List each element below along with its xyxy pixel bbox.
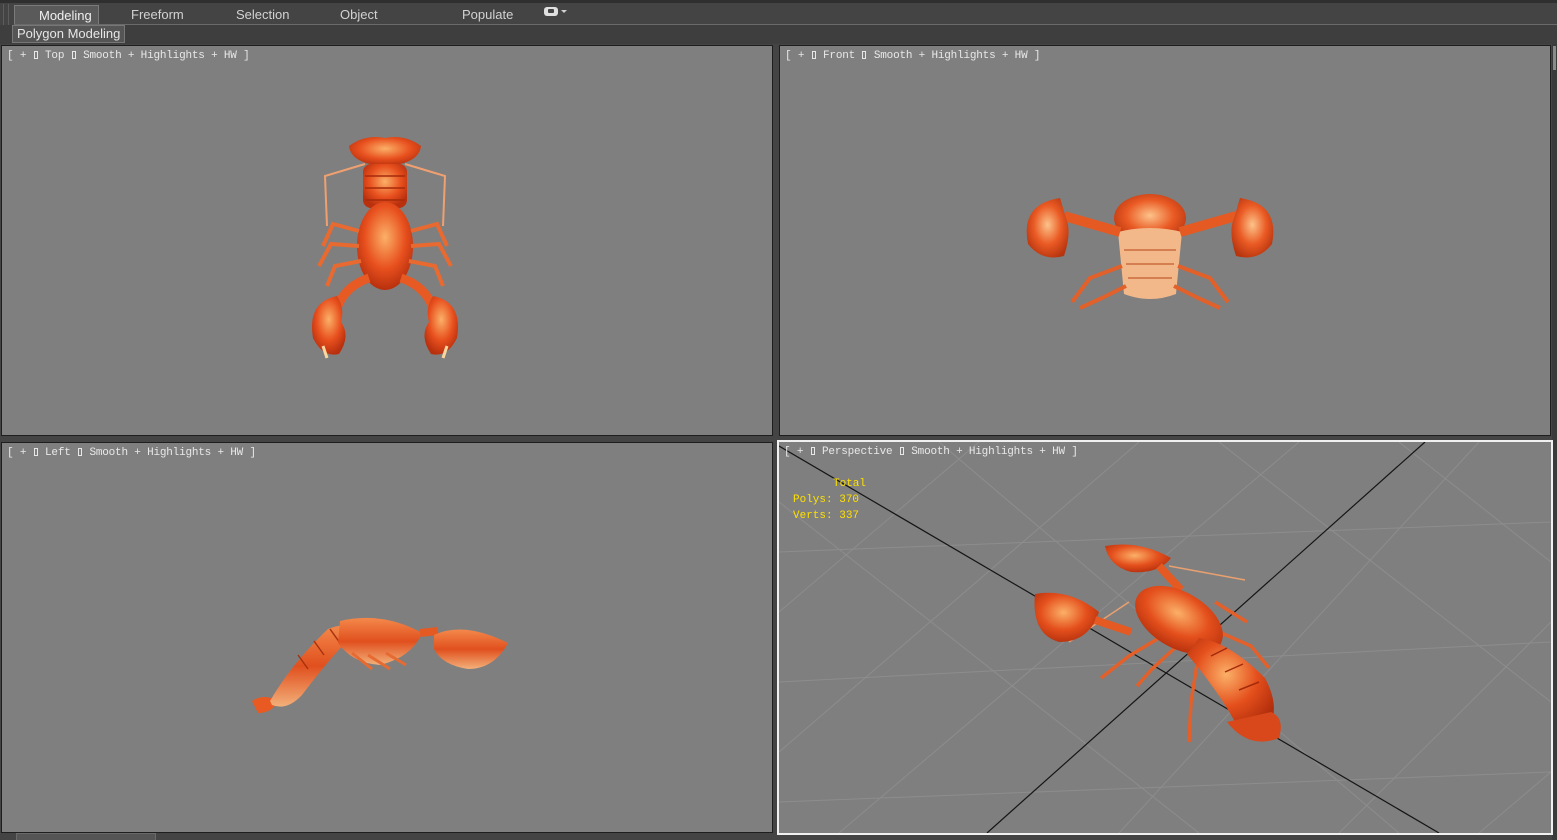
label-bracket-close: ] [243,50,250,62]
lobster-top-view [312,137,458,359]
stats-polys-label: Polys: [793,494,833,506]
checkbox-icon [71,51,76,59]
stats-polys-value: 370 [839,494,860,506]
checkbox-icon [33,448,38,456]
stats-verts-label: Verts: [793,510,833,522]
ribbon-top-border [0,0,1557,3]
polygon-modeling-panel-button[interactable]: Polygon Modeling [12,25,126,43]
viewport-shading-menu[interactable]: Smooth + Highlights + HW [89,447,243,459]
viewport-label-front[interactable]: [ + Front Smooth + Highlights + HW ] [785,50,1041,62]
lobster-perspective [1034,544,1281,743]
checkbox-icon [810,447,815,455]
stats-verts-value: 337 [839,510,860,522]
ribbon-panel-strip: Polygon Modeling [0,25,1557,44]
label-bracket-close: ] [1033,50,1041,62]
tab-selection[interactable]: Selection [236,5,289,25]
ribbon-options-dropdown[interactable] [544,7,567,16]
checkbox-icon [811,51,816,59]
time-slider-stub[interactable] [16,833,156,840]
checkbox-icon [33,51,38,59]
checkbox-icon [899,447,904,455]
viewport-menu-plus[interactable]: + [798,50,805,62]
lobster-left-view [252,617,508,713]
viewport-top[interactable]: [ + Top Smooth + Highlights + HW ] [1,45,773,436]
viewport-label-left[interactable]: [ + Left Smooth + Highlights + HW ] [7,447,256,459]
viewport-shading-menu[interactable]: Smooth + Highlights + HW [911,446,1065,458]
viewport-perspective[interactable]: [ + Perspective Smooth + Highlights + HW… [777,440,1553,835]
label-bracket-open: [ [7,50,14,62]
toggle-pill-icon [544,7,558,16]
checkbox-icon [78,448,83,456]
viewport-point-of-view-menu[interactable]: Front [823,50,855,62]
tab-object-paint[interactable]: Object Paint [340,5,378,41]
viewport-point-of-view-menu[interactable]: Left [45,447,71,459]
viewport-statistics: Total Polys: 370 Verts: 337 [793,476,866,524]
lobster-front-view [1026,194,1274,310]
viewport-menu-plus[interactable]: + [20,50,27,62]
tab-freeform[interactable]: Freeform [131,5,184,25]
viewport-label-perspective[interactable]: [ + Perspective Smooth + Highlights + HW… [784,446,1078,458]
stats-header: Total [833,478,867,490]
label-bracket-open: [ [784,446,791,458]
label-bracket-close: ] [1071,446,1078,458]
viewport-front[interactable]: [ + Front Smooth + Highlights + HW ] [779,45,1551,436]
perspective-scene [779,442,1551,833]
viewport-shading-menu[interactable]: Smooth + Highlights + HW [83,50,237,62]
stats-verts-row: Verts: 337 [793,508,866,524]
viewport-point-of-view-menu[interactable]: Perspective [822,446,893,458]
viewport-left[interactable]: [ + Left Smooth + Highlights + HW ] [1,442,773,833]
stats-polys-row: Polys: 370 [793,492,866,508]
viewport-menu-plus[interactable]: + [797,446,804,458]
tab-populate[interactable]: Populate [462,5,513,25]
checkbox-icon [862,51,867,59]
label-bracket-close: ] [249,447,257,459]
chevron-down-icon [561,10,567,13]
scrollbar-thumb[interactable] [1553,46,1556,70]
label-bracket-open: [ [7,447,14,459]
tab-modeling[interactable]: Modeling [14,5,99,25]
ribbon: Modeling Freeform Selection Object Paint… [0,0,1557,44]
viewport-menu-plus[interactable]: + [20,447,27,459]
label-bracket-open: [ [785,50,792,62]
viewport-shading-menu[interactable]: Smooth + Highlights + HW [874,50,1028,62]
viewport-label-top[interactable]: [ + Top Smooth + Highlights + HW ] [7,50,250,62]
viewport-point-of-view-menu[interactable]: Top [45,50,64,62]
